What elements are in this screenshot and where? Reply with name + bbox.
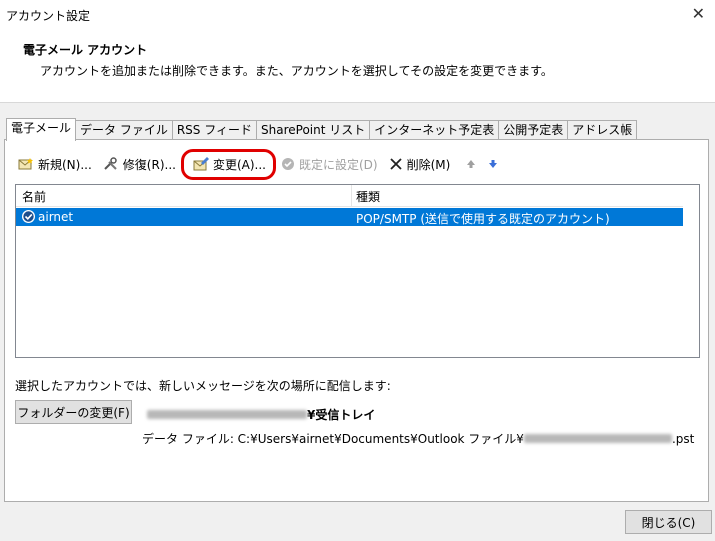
close-button[interactable]: 閉じる(C) [625,510,712,534]
email-tab-panel: 新規(N)... 修復(R)... 変更(A)... 既定に設定(D) 削除(M… [4,139,709,502]
data-file-path: データ ファイル: C:¥Users¥airnet¥Documents¥Outl… [142,430,694,447]
inbox-folder-label: ¥受信トレイ [307,408,376,422]
move-up-button[interactable] [462,155,480,173]
change-button-label: 変更(A)... [212,157,266,172]
delete-button-label: 削除(M) [406,157,451,172]
redacted-account-name [147,410,307,419]
set-default-button-label: 既定に設定(D) [298,157,378,172]
account-type: POP/SMTP (送信で使用する既定のアカウント) [356,212,610,226]
account-name: airnet [38,210,74,224]
move-down-button[interactable] [484,155,502,173]
tab-internet-calendars[interactable]: インターネット予定表 [369,120,500,140]
set-default-button[interactable]: 既定に設定(D) [278,154,381,174]
tab-email[interactable]: 電子メール [6,118,77,141]
new-mail-icon [18,158,33,170]
close-icon[interactable]: ✕ [692,4,705,24]
header-title: 電子メール アカウント [23,43,148,57]
new-button-label: 新規(N)... [38,157,92,172]
tab-data-files[interactable]: データ ファイル [75,120,173,140]
change-folder-button[interactable]: フォルダーの変更(F) [15,400,132,424]
title-bar: アカウント設定 ✕ [0,0,715,30]
redacted-file-name [523,434,672,443]
tab-published-calendars[interactable]: 公開予定表 [498,120,569,140]
delivery-label: 選択したアカウントでは、新しいメッセージを次の場所に配信します: [15,379,391,393]
change-icon [193,157,209,171]
move-down-icon [489,160,498,168]
default-account-check-icon [22,210,35,223]
tab-sharepoint-lists[interactable]: SharePoint リスト [256,120,371,140]
repair-button[interactable]: 修復(R)... [100,154,179,174]
account-row-airnet[interactable]: airnet POP/SMTP (送信で使用する既定のアカウント) [16,208,683,226]
delete-button[interactable]: 削除(M) [386,154,454,174]
tab-address-books[interactable]: アドレス帳 [567,120,638,140]
delete-x-icon [389,158,402,170]
move-up-icon [467,160,476,168]
delivery-folder-path: ¥受信トレイ [147,406,375,423]
tab-strip: 電子メール データ ファイル RSS フィード SharePoint リスト イ… [6,118,638,141]
tab-rss-feeds[interactable]: RSS フィード [171,120,257,140]
list-header: 名前 種類 [16,185,683,207]
new-button[interactable]: 新規(N)... [15,154,95,174]
data-file-prefix: データ ファイル: C:¥Users¥airnet¥Documents¥Outl… [142,432,524,446]
header: 電子メール アカウント アカウントを追加または削除できます。また、アカウントを選… [0,30,715,103]
data-file-suffix: .pst [671,431,695,446]
repair-button-label: 修復(R)... [122,157,176,172]
account-list[interactable]: 名前 種類 airnet POP/SMTP (送信で使用する既定のアカウント) [15,184,700,358]
column-header-type[interactable]: 種類 [356,188,380,205]
window-title: アカウント設定 [6,9,91,23]
column-divider[interactable] [351,185,352,206]
set-default-icon [281,158,294,170]
toolbar: 新規(N)... 修復(R)... 変更(A)... 既定に設定(D) 削除(M… [15,149,506,180]
change-button[interactable]: 変更(A)... [180,149,277,180]
column-header-name[interactable]: 名前 [22,188,46,205]
header-description: アカウントを追加または削除できます。また、アカウントを選択してその設定を変更でき… [40,64,553,78]
repair-tools-icon [104,157,117,170]
